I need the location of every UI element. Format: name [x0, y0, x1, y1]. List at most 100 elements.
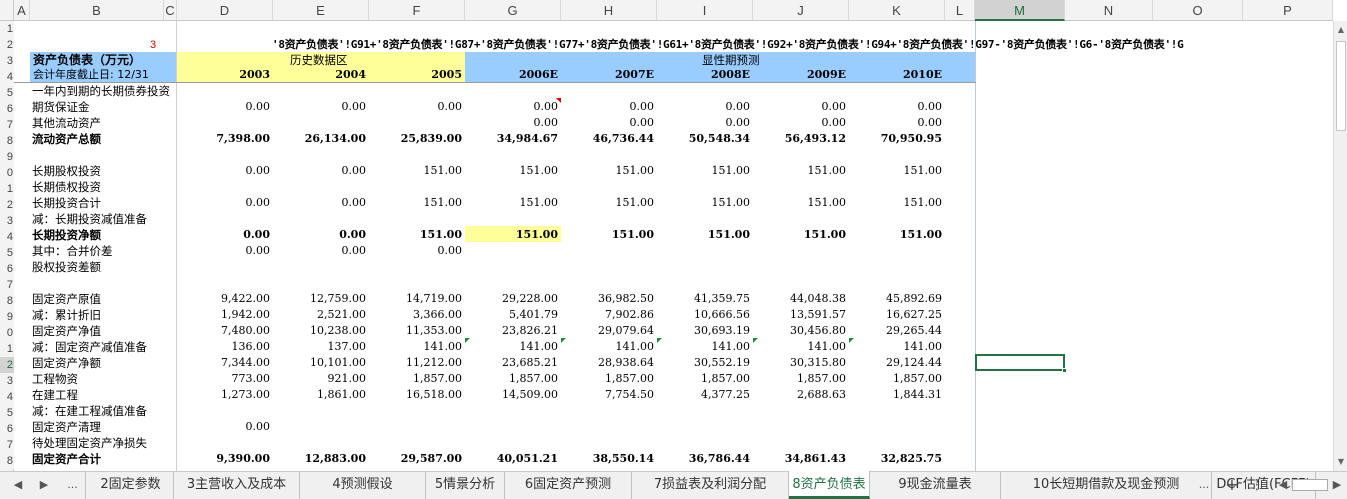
row-header[interactable]: 3 — [0, 373, 14, 389]
data-cell[interactable]: 1,857.00 — [657, 371, 750, 387]
data-cell[interactable] — [849, 179, 942, 195]
row-header[interactable]: 0 — [0, 165, 14, 181]
row-header[interactable]: 2 — [0, 197, 14, 213]
new-sheet-icon[interactable]: + — [1220, 471, 1244, 499]
data-cell[interactable]: 151.00 — [369, 227, 462, 243]
data-cell[interactable] — [753, 179, 846, 195]
data-cell[interactable] — [369, 435, 462, 451]
data-cell[interactable]: 151.00 — [849, 227, 942, 243]
data-cell[interactable] — [849, 403, 942, 419]
data-cell[interactable] — [561, 403, 654, 419]
data-cell[interactable] — [657, 403, 750, 419]
data-cell[interactable] — [849, 243, 942, 259]
data-cell[interactable] — [561, 83, 654, 99]
data-cell[interactable] — [561, 419, 654, 435]
data-cell[interactable]: 0.00 — [753, 99, 847, 115]
data-cell[interactable]: 151.00 — [753, 227, 846, 243]
data-cell[interactable] — [561, 147, 654, 163]
data-cell[interactable] — [561, 259, 654, 275]
column-header[interactable]: I — [657, 0, 753, 21]
data-cell[interactable]: 2,688.63 — [753, 387, 846, 403]
data-cell[interactable]: 0.00 — [273, 163, 367, 179]
data-cell[interactable] — [753, 243, 846, 259]
data-cell[interactable] — [273, 147, 366, 163]
data-cell[interactable]: 16,627.25 — [849, 307, 942, 323]
data-cell[interactable]: 29,228.00 — [465, 291, 558, 307]
options-icon[interactable]: ⋮ — [1250, 471, 1264, 499]
data-cell[interactable]: 10,101.00 — [273, 355, 366, 371]
data-cell[interactable] — [273, 403, 366, 419]
data-cell[interactable] — [177, 275, 270, 291]
data-cell[interactable]: 141.00 — [657, 339, 751, 355]
data-cell[interactable] — [753, 147, 846, 163]
column-header[interactable]: J — [753, 0, 849, 21]
data-cell[interactable] — [273, 419, 366, 435]
data-cell[interactable]: 0.00 — [273, 227, 366, 243]
data-cell[interactable] — [369, 147, 462, 163]
column-header[interactable]: G — [465, 0, 561, 21]
data-cell[interactable] — [561, 435, 654, 451]
data-cell[interactable]: 40,051.21 — [465, 451, 558, 467]
data-cell[interactable]: 26,134.00 — [273, 131, 366, 147]
data-cell[interactable]: 151.00 — [657, 163, 751, 179]
sheet-tab[interactable]: 10长短期借款及现金预测 — [1001, 471, 1212, 499]
data-cell[interactable]: 0.00 — [177, 195, 271, 211]
data-cell[interactable] — [369, 403, 462, 419]
tab-scroll-left-icon[interactable]: ◀ — [8, 471, 28, 499]
data-cell[interactable]: 30,456.80 — [753, 323, 846, 339]
tab-scroll-right-icon[interactable]: ▶ — [34, 471, 54, 499]
row-header[interactable]: 5 — [0, 405, 14, 421]
data-cell[interactable] — [465, 403, 558, 419]
data-cell[interactable] — [561, 179, 654, 195]
row-header[interactable]: 4 — [0, 229, 14, 245]
data-cell[interactable] — [177, 259, 270, 275]
scroll-up-icon[interactable]: ▲ — [1336, 25, 1346, 35]
row-header[interactable]: 8 — [0, 453, 14, 469]
data-cell[interactable]: 34,984.67 — [465, 131, 558, 147]
data-cell[interactable]: 41,359.75 — [657, 291, 750, 307]
column-header[interactable]: M — [975, 0, 1065, 21]
row-header[interactable]: 3 — [0, 53, 14, 69]
data-cell[interactable]: 1,942.00 — [177, 307, 270, 323]
row-header[interactable]: 6 — [0, 421, 14, 437]
data-cell[interactable]: 32,825.75 — [849, 451, 942, 467]
column-header[interactable]: F — [369, 0, 465, 21]
data-cell[interactable]: 0.00 — [369, 99, 463, 115]
data-cell[interactable] — [753, 403, 846, 419]
data-cell[interactable]: 11,212.00 — [369, 355, 462, 371]
column-header[interactable]: L — [945, 0, 975, 21]
data-cell[interactable] — [177, 435, 270, 451]
column-header[interactable]: E — [273, 0, 369, 21]
row-header[interactable]: 0 — [0, 325, 14, 341]
data-cell[interactable]: 151.00 — [753, 163, 847, 179]
data-cell[interactable] — [177, 83, 270, 99]
data-cell[interactable]: 9,422.00 — [177, 291, 270, 307]
data-cell[interactable] — [369, 259, 462, 275]
data-cell[interactable] — [273, 435, 366, 451]
sheet-tab[interactable]: 3主营收入及成本 — [174, 471, 300, 499]
data-cell[interactable]: 0.00 — [561, 115, 655, 131]
data-cell[interactable] — [369, 275, 462, 291]
data-cell[interactable]: 7,344.00 — [177, 355, 270, 371]
hscroll-right-icon[interactable]: ▶ — [1330, 471, 1344, 499]
column-header[interactable]: O — [1153, 0, 1243, 21]
data-cell[interactable]: 30,552.19 — [657, 355, 750, 371]
data-cell[interactable]: 44,048.38 — [753, 291, 846, 307]
data-cell[interactable]: 7,480.00 — [177, 323, 270, 339]
data-cell[interactable]: 10,238.00 — [273, 323, 366, 339]
data-cell[interactable]: 1,844.31 — [849, 387, 942, 403]
data-cell[interactable] — [753, 211, 846, 227]
data-cell[interactable]: 0.00 — [657, 99, 751, 115]
scroll-thumb[interactable] — [1336, 41, 1346, 131]
data-cell[interactable] — [465, 419, 558, 435]
data-cell[interactable] — [369, 115, 462, 131]
data-cell[interactable]: 1,857.00 — [849, 371, 942, 387]
data-cell[interactable]: 46,736.44 — [561, 131, 654, 147]
data-cell[interactable]: 151.00 — [753, 195, 847, 211]
data-cell[interactable] — [849, 259, 942, 275]
row-header[interactable]: 1 — [0, 21, 14, 37]
data-cell[interactable]: 45,892.69 — [849, 291, 942, 307]
data-cell[interactable]: 0.00 — [465, 99, 559, 115]
data-cell[interactable]: 34,861.43 — [753, 451, 846, 467]
data-cell[interactable] — [273, 115, 366, 131]
